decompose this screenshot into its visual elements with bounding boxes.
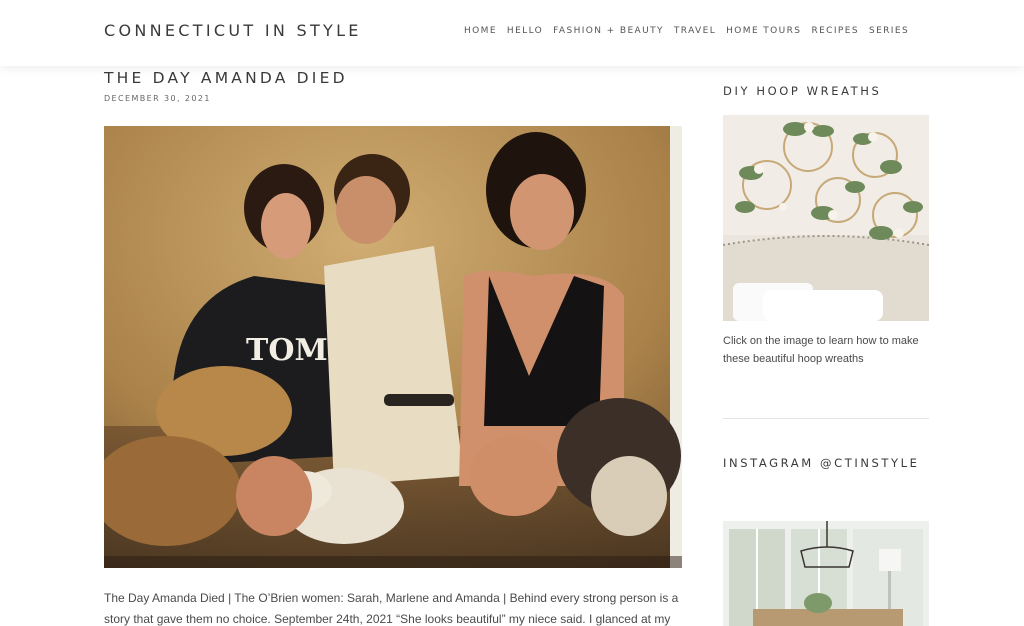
widget-heading-hoop-wreaths: DIY HOOP WREATHS: [723, 84, 882, 98]
hoop-wreaths-image[interactable]: [723, 115, 929, 321]
post-date: DECEMBER 30, 2021: [104, 94, 211, 103]
nav-item-recipes[interactable]: RECIPES: [811, 26, 859, 36]
widget-heading-instagram: INSTAGRAM @CTINSTYLE: [723, 456, 920, 470]
nav-item-fashion-beauty[interactable]: FASHION + BEAUTY: [553, 26, 664, 36]
nav-item-hello[interactable]: HELLO: [507, 26, 543, 36]
hero-shirt-text: TOM: [246, 333, 328, 368]
hero-photo[interactable]: TOM: [104, 126, 682, 568]
hoop-wreaths-caption: Click on the image to learn how to make …: [723, 335, 919, 365]
site-title[interactable]: CONNECTICUT IN STYLE: [104, 21, 362, 40]
main-nav: HOME HELLO FASHION + BEAUTY TRAVEL HOME …: [464, 26, 909, 36]
nav-item-home-tours[interactable]: HOME TOURS: [726, 26, 801, 36]
nav-item-travel[interactable]: TRAVEL: [674, 26, 716, 36]
nav-item-home[interactable]: HOME: [464, 26, 497, 36]
post-title[interactable]: THE DAY AMANDA DIED: [104, 69, 348, 87]
post-excerpt: The Day Amanda Died | The O’Brien women:…: [104, 591, 679, 626]
instagram-image[interactable]: [723, 521, 929, 626]
site-header: CONNECTICUT IN STYLE HOME HELLO FASHION …: [0, 0, 1024, 66]
nav-item-series[interactable]: SERIES: [869, 26, 909, 36]
sidebar-divider: [723, 418, 929, 419]
